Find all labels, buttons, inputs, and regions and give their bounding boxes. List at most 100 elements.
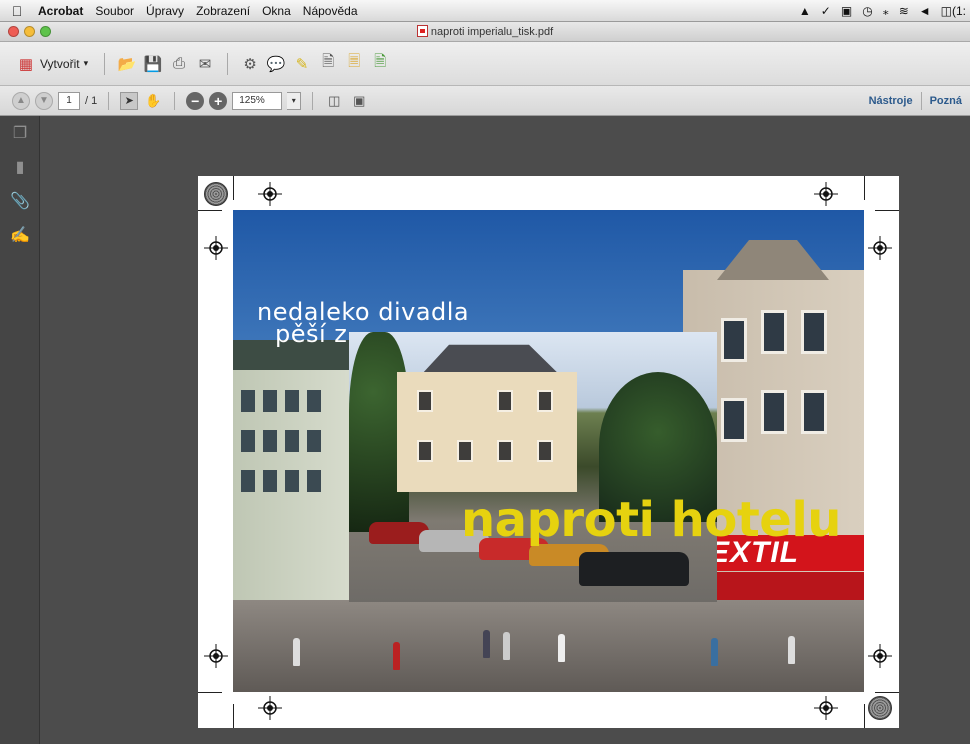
create-button[interactable]: ▦ Vytvořit ▾ (12, 52, 92, 76)
document-share-icon[interactable]: 🗎 (370, 53, 390, 74)
toolbar-divider (312, 91, 314, 110)
document-icon[interactable]: 🗎 (318, 53, 338, 74)
settings-gear-icon[interactable]: ⚙ (240, 54, 260, 74)
toolbar-divider (108, 91, 110, 110)
inset-photo (349, 332, 717, 602)
apple-icon[interactable]:  (0, 3, 34, 19)
comments-link[interactable]: Pozná (922, 95, 970, 107)
bluetooth-icon[interactable]: ⁎ (883, 4, 889, 18)
trim-mark (198, 210, 222, 211)
trim-mark (233, 704, 234, 728)
document-export-icon[interactable]: 🗏 (344, 53, 364, 74)
window (241, 470, 255, 492)
signatures-icon[interactable]: ✍ (0, 218, 40, 252)
window (801, 310, 827, 354)
zoom-out-icon[interactable]: − (186, 91, 205, 110)
toolbar-divider (104, 52, 106, 75)
registration-mark-icon (258, 182, 282, 206)
menu-bar:  Acrobat Soubor Úpravy Zobrazení Okna N… (0, 0, 970, 22)
pedestrian (483, 630, 490, 658)
attachments-icon[interactable]: 📎 (0, 184, 40, 218)
trim-mark (198, 692, 222, 693)
pdf-page: EXTIL nedaleko divadla pěší z naproti ho… (198, 176, 899, 728)
save-icon[interactable]: 💾 (143, 54, 163, 74)
toolbar-divider (227, 52, 229, 75)
highlight-icon[interactable]: ✎ (292, 54, 312, 74)
window (241, 430, 255, 452)
menu-soubor[interactable]: Soubor (89, 4, 140, 18)
zoom-in-icon[interactable]: + (209, 91, 228, 110)
window (307, 390, 321, 412)
zoom-button[interactable] (40, 26, 51, 37)
adobe-icon[interactable]: ▲ (799, 4, 811, 18)
window (761, 310, 787, 354)
wifi-icon[interactable]: ≋ (899, 4, 909, 18)
display-icon[interactable]: ▣ (841, 4, 852, 18)
email-icon[interactable]: ✉ (195, 54, 215, 74)
zoom-dropdown-chevron-icon[interactable]: ▾ (287, 91, 302, 110)
window-title-text: naproti imperialu_tisk.pdf (430, 26, 554, 38)
create-pdf-icon: ▦ (18, 55, 34, 73)
volume-icon[interactable]: ◄ (919, 4, 931, 18)
hand-tool-icon[interactable]: ✋ (143, 91, 163, 111)
window (307, 430, 321, 452)
window (263, 430, 277, 452)
window (801, 390, 827, 434)
menu-okna[interactable]: Okna (256, 4, 297, 18)
select-tool-icon[interactable]: ➤ (120, 91, 139, 110)
toolbar-divider (174, 91, 176, 110)
pdf-file-icon (416, 25, 428, 37)
close-button[interactable] (8, 26, 19, 37)
menu-napoveda[interactable]: Nápověda (297, 4, 364, 18)
create-button-label: Vytvořit (40, 56, 80, 71)
registration-mark-icon (204, 236, 228, 260)
window (285, 390, 299, 412)
page-overline-text-2: pěší z (275, 320, 348, 348)
battery-icon[interactable]: ◫(1: (941, 4, 966, 18)
page-thumbnails-icon[interactable]: ❐ (0, 116, 40, 150)
task-pane-links: Nástroje Pozná (861, 91, 970, 110)
bookmarks-icon[interactable]: ▮ (0, 150, 40, 184)
zoom-level-field[interactable]: 125% (232, 91, 283, 110)
next-page-icon[interactable]: ▼ (35, 91, 53, 110)
window (263, 390, 277, 412)
window (263, 470, 277, 492)
chevron-down-icon: ▾ (83, 58, 89, 68)
tools-link[interactable]: Nástroje (861, 95, 921, 107)
main-toolbar: ▦ Vytvořit ▾ 📂 💾 ⎙ ✉ ⚙ 💬 ✎ 🗎 🗏 🗎 (0, 42, 970, 86)
menu-zobrazeni[interactable]: Zobrazení (190, 4, 256, 18)
window-titlebar: naproti imperialu_tisk.pdf (0, 22, 970, 42)
window (721, 398, 747, 442)
window (307, 470, 321, 492)
previous-page-icon[interactable]: ▲ (12, 91, 30, 110)
trim-mark (233, 176, 234, 200)
window (721, 318, 747, 362)
comment-icon[interactable]: 💬 (266, 54, 286, 74)
full-screen-icon[interactable]: ▣ (349, 91, 369, 111)
page-headline: naproti hotelu (461, 492, 841, 548)
print-icon[interactable]: ⎙ (169, 54, 189, 74)
document-viewport[interactable]: EXTIL nedaleko divadla pěší z naproti ho… (40, 116, 970, 744)
trim-mark (864, 704, 865, 728)
building-left (233, 340, 353, 620)
checkmark-icon[interactable]: ✓ (821, 4, 831, 18)
car (579, 552, 689, 586)
menu-acrobat[interactable]: Acrobat (34, 4, 89, 18)
page-total: / 1 (85, 94, 98, 107)
navigation-toolbar: ▲ ▼ 1 / 1 ➤ ✋ − + 125% ▾ ◫ ▣ Nástroje Poz… (0, 86, 970, 116)
window-title: naproti imperialu_tisk.pdf (0, 25, 970, 38)
pedestrian (503, 632, 510, 660)
pedestrian (393, 642, 400, 670)
window-controls (0, 26, 51, 37)
window (285, 470, 299, 492)
menu-upravy[interactable]: Úpravy (140, 4, 190, 18)
pedestrian (711, 638, 718, 666)
fit-page-icon[interactable]: ◫ (324, 91, 344, 111)
window (537, 440, 553, 462)
menu-extras: ▲ ✓ ▣ ◷ ⁎ ≋ ◄ ◫(1: (799, 4, 970, 18)
minimize-button[interactable] (24, 26, 35, 37)
color-bar-disc-icon (204, 182, 228, 206)
page-number-input[interactable]: 1 (58, 91, 80, 110)
time-machine-icon[interactable]: ◷ (862, 4, 872, 18)
open-folder-icon[interactable]: 📂 (117, 54, 137, 74)
